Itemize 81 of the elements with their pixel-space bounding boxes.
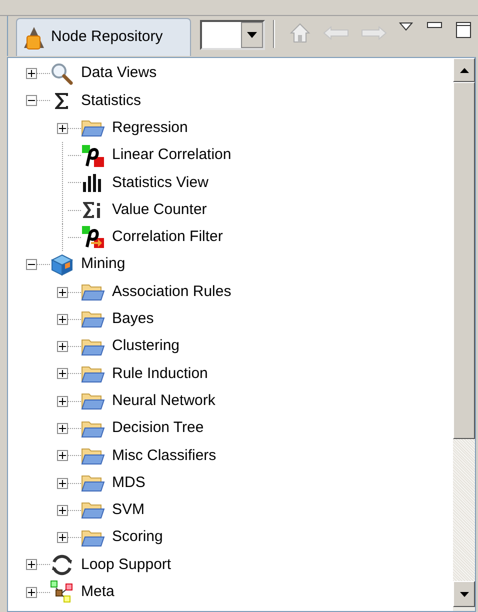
plus-icon <box>58 124 66 132</box>
tree-item-label[interactable]: MDS <box>112 472 146 494</box>
folder-icon <box>81 310 105 328</box>
plus-icon <box>58 398 66 405</box>
collapse-toggle[interactable] <box>26 95 36 106</box>
expand-toggle[interactable] <box>26 68 36 80</box>
folder-icon <box>81 528 105 547</box>
expand-toggle[interactable] <box>56 396 68 407</box>
tree-item-label[interactable]: Clustering <box>112 335 180 358</box>
tree-item-label[interactable]: Misc Classifiers <box>112 444 216 468</box>
tree-item-label[interactable]: Data Views <box>81 62 157 85</box>
dropdown-arrow-icon <box>247 32 257 38</box>
tree-item-label[interactable]: Decision Tree <box>112 417 204 440</box>
folder-icon <box>81 446 105 465</box>
tree-item-label[interactable]: Meta <box>81 581 114 604</box>
folder-icon <box>81 501 105 520</box>
folder-icon <box>81 283 105 302</box>
bar-graph-icon <box>82 174 104 192</box>
rho-icon <box>82 144 104 167</box>
scroll-down-button[interactable] <box>453 581 475 607</box>
tree-item-label[interactable]: Rule Induction <box>112 362 208 386</box>
expand-toggle[interactable] <box>56 122 68 134</box>
folder-icon <box>81 338 105 356</box>
expand-toggle[interactable] <box>56 286 68 298</box>
tree-item-label[interactable]: Bayes <box>112 308 154 331</box>
down-arrow-icon <box>460 592 468 596</box>
expand-toggle[interactable] <box>56 423 68 434</box>
expand-toggle[interactable] <box>56 478 68 489</box>
plus-icon <box>58 343 66 350</box>
tree-item-label[interactable]: Association Rules <box>112 280 232 304</box>
rho-filter-icon <box>82 226 104 248</box>
plus-icon <box>58 452 66 460</box>
plus-icon <box>28 588 34 596</box>
expand-toggle[interactable] <box>56 341 68 352</box>
tree-item-label[interactable]: Statistics <box>81 90 142 112</box>
folder-icon <box>81 420 105 438</box>
node-graph-icon <box>50 580 74 604</box>
scroll-up-button[interactable] <box>453 58 475 82</box>
tree-item-label[interactable]: Regression <box>112 116 188 140</box>
plus-icon <box>58 534 66 542</box>
folder-icon <box>81 119 105 138</box>
sigma-icon <box>54 92 70 110</box>
tree-item-label[interactable]: SVM <box>112 499 145 522</box>
scroll-thumb[interactable] <box>453 82 475 439</box>
expand-toggle[interactable] <box>56 314 68 325</box>
circular-arrows-icon <box>50 552 74 577</box>
plus-icon <box>28 561 34 568</box>
tree-item-label[interactable]: Scoring <box>112 526 163 549</box>
expand-toggle[interactable] <box>26 559 36 570</box>
plus-icon <box>28 70 34 78</box>
expand-toggle[interactable] <box>56 532 68 544</box>
magnifier-icon <box>50 62 74 86</box>
plus-icon <box>58 480 66 487</box>
tree-item-label[interactable]: Statistics View <box>112 172 208 194</box>
expand-toggle[interactable] <box>56 504 68 516</box>
up-arrow-icon <box>460 68 468 72</box>
cube-node-icon <box>23 26 45 50</box>
expand-toggle[interactable] <box>56 450 68 462</box>
collapse-toggle[interactable] <box>26 259 36 270</box>
dropdown[interactable] <box>200 20 265 50</box>
plus-icon <box>58 425 66 432</box>
view-tab[interactable]: Node Repository <box>16 18 191 56</box>
tree-item-label[interactable]: Value Counter <box>112 198 207 222</box>
plus-icon <box>58 370 66 378</box>
tree-item-label[interactable]: Neural Network <box>112 390 216 412</box>
tree-item-label[interactable]: Mining <box>81 253 126 276</box>
plus-icon <box>58 506 66 514</box>
cube-icon <box>50 252 74 277</box>
tree-item-label[interactable]: Correlation Filter <box>112 226 223 249</box>
minimize-icon[interactable] <box>427 22 442 28</box>
plus-icon <box>58 316 66 323</box>
tree-item-label[interactable]: Loop Support <box>81 554 172 576</box>
maximize-icon[interactable] <box>456 22 471 38</box>
plus-icon <box>58 288 66 296</box>
tree-item-label[interactable]: Linear Correlation <box>112 144 232 167</box>
expand-toggle[interactable] <box>26 586 36 598</box>
folder-icon <box>81 392 105 410</box>
folder-icon <box>81 474 105 492</box>
folder-icon <box>81 364 105 383</box>
expand-toggle[interactable] <box>56 368 68 380</box>
view-menu-icon[interactable] <box>399 22 413 31</box>
